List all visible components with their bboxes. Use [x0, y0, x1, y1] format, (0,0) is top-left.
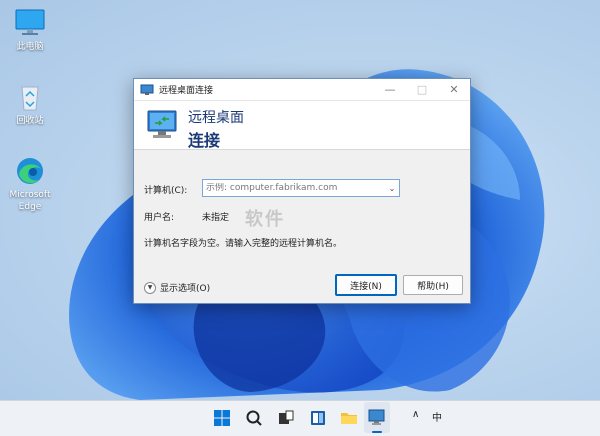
- search-button[interactable]: [243, 407, 265, 429]
- status-message: 计算机名字段为空。请输入完整的远程计算机名。: [144, 239, 343, 249]
- show-options-label: 显示选项(O): [160, 284, 211, 294]
- header-subtitle: 连接: [188, 131, 221, 150]
- connect-button[interactable]: 连接(N): [335, 274, 397, 296]
- folder-icon: [341, 413, 357, 424]
- desktop-icon-label: 回收站: [16, 116, 44, 126]
- tray-overflow-button[interactable]: ∧: [412, 409, 419, 420]
- username-value: 未指定: [202, 213, 230, 223]
- task-view-icon: [279, 410, 294, 424]
- username-label: 用户名:: [144, 213, 175, 223]
- computer-input[interactable]: [203, 183, 385, 193]
- dialog-title: 远程桌面连接: [159, 86, 214, 96]
- desktop-icon-edge[interactable]: Microsoft Edge: [0, 156, 60, 213]
- desktop-icon-label: 此电脑: [16, 42, 44, 52]
- desktop-icon-label: Microsoft Edge: [9, 190, 51, 212]
- dialog-titlebar[interactable]: 远程桌面连接 — □ ✕: [134, 79, 470, 101]
- minimize-button[interactable]: —: [374, 79, 406, 100]
- show-options-toggle[interactable]: ▼ 显示选项(O): [144, 281, 210, 294]
- chevron-down-icon[interactable]: ⌄: [385, 184, 399, 193]
- widgets-icon: [311, 411, 325, 425]
- computer-label: 计算机(C):: [144, 186, 188, 196]
- close-button[interactable]: ✕: [438, 79, 470, 100]
- help-button[interactable]: 帮助(H): [403, 275, 463, 295]
- file-explorer-button[interactable]: [338, 407, 360, 429]
- monitor-icon: [13, 8, 47, 38]
- taskbar: [0, 400, 600, 436]
- header-title: 远程桌面: [188, 110, 244, 126]
- start-button[interactable]: [211, 407, 233, 429]
- watermark: 软件: [245, 209, 285, 230]
- ime-indicator[interactable]: 中: [432, 409, 442, 424]
- dialog-header: 远程桌面 连接: [134, 101, 470, 150]
- search-icon: [246, 410, 262, 426]
- maximize-button[interactable]: □: [406, 79, 438, 100]
- active-app-indicator: [372, 431, 382, 433]
- widgets-button[interactable]: [307, 407, 329, 429]
- remote-desktop-icon: [368, 409, 385, 425]
- desktop-icon-this-pc[interactable]: 此电脑: [0, 8, 60, 53]
- windows-logo-icon: [214, 410, 230, 426]
- desktop-icon-recycle-bin[interactable]: 回收站: [0, 82, 60, 127]
- chevron-down-icon: ▼: [144, 281, 156, 294]
- remote-desktop-small-icon: [140, 84, 154, 96]
- computer-combobox[interactable]: ⌄: [202, 179, 400, 197]
- edge-icon: [13, 156, 47, 186]
- remote-desktop-icon: [144, 105, 182, 143]
- remote-desktop-dialog: 远程桌面连接 — □ ✕ 远程桌面 连接 计算机(C): ⌄ 用户名: 未指定 …: [133, 78, 471, 304]
- remote-desktop-taskbar-button[interactable]: [366, 406, 388, 428]
- recycle-bin-icon: [13, 82, 47, 112]
- task-view-button[interactable]: [275, 407, 297, 429]
